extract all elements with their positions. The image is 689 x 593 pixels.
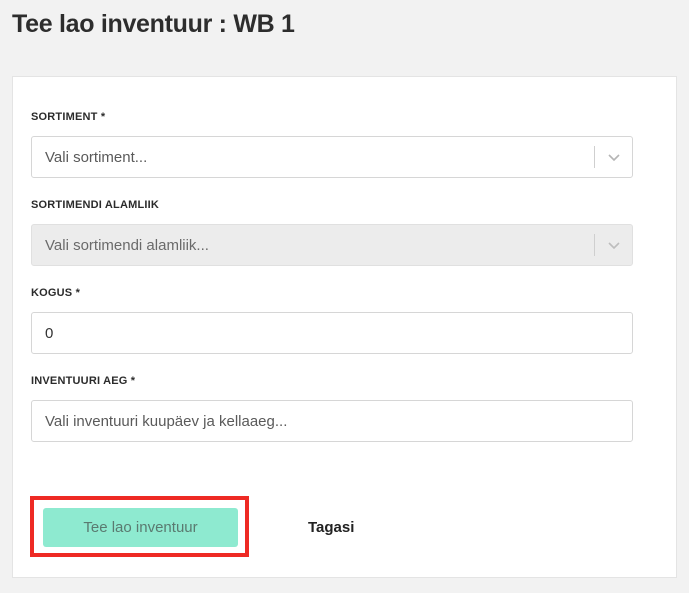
sortiment-placeholder: Vali sortiment... bbox=[45, 149, 148, 166]
kogus-label: KOGUS * bbox=[31, 287, 81, 299]
kogus-input[interactable]: 0 bbox=[31, 312, 633, 354]
select-divider bbox=[594, 146, 595, 168]
select-divider bbox=[594, 234, 595, 256]
sortiment-label: SORTIMENT * bbox=[31, 111, 106, 123]
page-title: Tee lao inventuur : WB 1 bbox=[12, 10, 295, 38]
datetime-placeholder: Vali inventuuri kuupäev ja kellaaeg... bbox=[45, 413, 288, 430]
sortiment-select[interactable]: Vali sortiment... bbox=[31, 136, 633, 178]
chevron-down-icon[interactable] bbox=[607, 150, 621, 164]
alamliik-select: Vali sortimendi alamliik... bbox=[31, 224, 633, 266]
alamliik-label: SORTIMENDI ALAMLIIK bbox=[31, 199, 160, 211]
datetime-input[interactable]: Vali inventuuri kuupäev ja kellaaeg... bbox=[31, 400, 633, 442]
kogus-value: 0 bbox=[45, 325, 54, 342]
alamliik-placeholder: Vali sortimendi alamliik... bbox=[45, 237, 209, 254]
chevron-down-icon bbox=[608, 242, 620, 250]
submit-inventory-button[interactable]: Tee lao inventuur bbox=[43, 508, 238, 547]
back-link[interactable]: Tagasi bbox=[308, 519, 354, 536]
aeg-label: INVENTUURI AEG * bbox=[31, 375, 136, 387]
